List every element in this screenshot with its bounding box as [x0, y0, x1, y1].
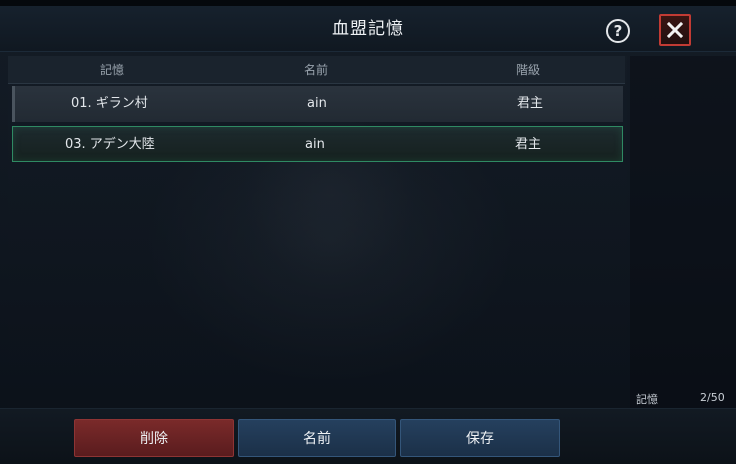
row-rank: 君主 — [517, 96, 544, 111]
help-button[interactable]: ? — [606, 19, 630, 43]
column-header-name: 名前 — [304, 63, 329, 77]
close-icon — [666, 21, 684, 39]
question-circle-icon: ? — [613, 22, 623, 40]
memory-count-label: 記憶 — [636, 393, 658, 406]
rename-button[interactable]: 名前 — [238, 419, 396, 457]
close-button[interactable] — [659, 14, 691, 46]
row-memory: 03. アデン大陸 — [65, 137, 155, 152]
save-button[interactable]: 保存 — [400, 419, 560, 457]
side-panel — [630, 56, 736, 408]
row-rank: 君主 — [515, 137, 542, 152]
table-row-selected[interactable]: 03. アデン大陸 ain 君主 — [12, 126, 623, 162]
row-name: ain — [305, 137, 325, 152]
column-header-memory: 記憶 — [100, 63, 125, 77]
table-header: 記憶 名前 階級 — [8, 56, 625, 84]
column-header-rank: 階級 — [516, 63, 541, 77]
row-memory: 01. ギラン村 — [71, 96, 148, 111]
memory-count-value: 2/50 — [700, 391, 725, 404]
row-name: ain — [307, 96, 327, 111]
table-row[interactable]: 01. ギラン村 ain 君主 — [12, 86, 623, 122]
delete-button[interactable]: 削除 — [74, 419, 234, 457]
